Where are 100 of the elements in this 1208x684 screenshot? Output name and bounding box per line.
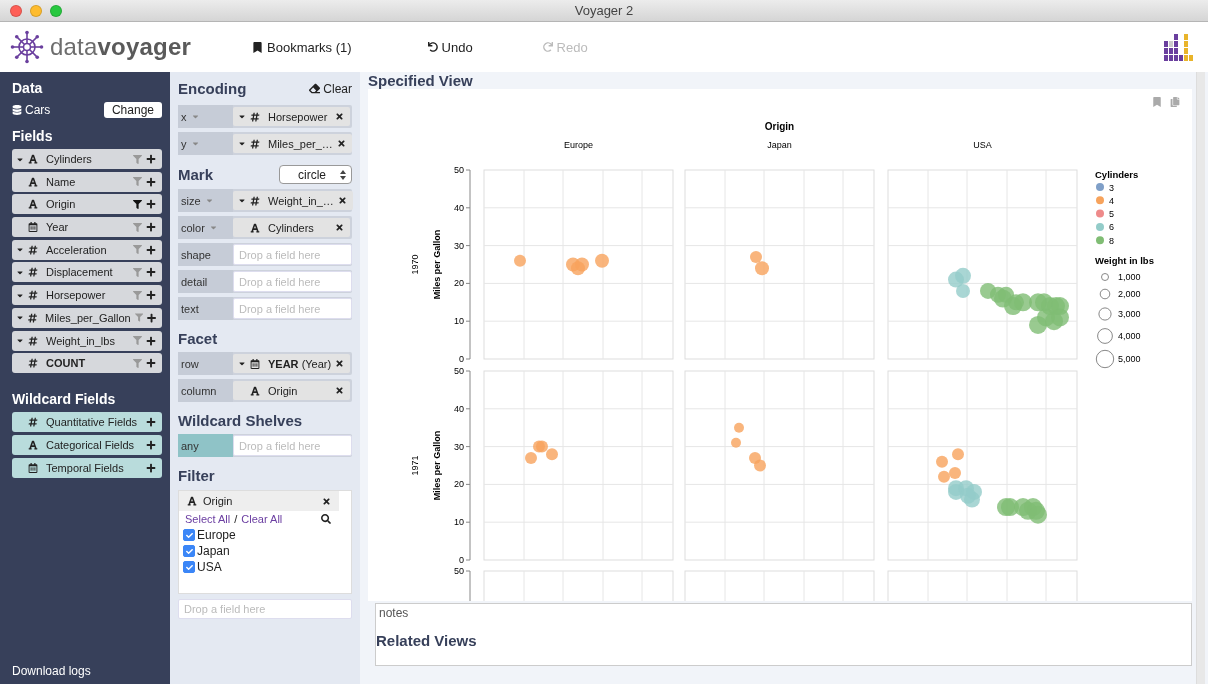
scrollbar[interactable] — [1196, 72, 1205, 684]
download-logs-link[interactable]: Download logs — [12, 664, 162, 678]
field-pill[interactable]: Cylinders — [233, 218, 350, 237]
legend-label: 3,000 — [1118, 309, 1141, 319]
eraser-icon — [309, 83, 321, 94]
section-heading: Fields — [12, 128, 54, 144]
field-pill[interactable]: Displacement — [12, 262, 162, 283]
axis-tick-label: 20 — [454, 278, 464, 289]
remove-icon[interactable] — [322, 496, 331, 506]
clear-all-link[interactable]: Clear All — [241, 513, 283, 525]
axis-tick-label: 0 — [459, 555, 464, 565]
undo-icon — [427, 42, 438, 52]
field-pill[interactable]: Horsepower — [233, 107, 350, 126]
hash-icon — [28, 335, 38, 346]
caret-icon[interactable] — [238, 112, 246, 121]
section-heading: Encoding — [178, 80, 247, 97]
add-icon[interactable] — [146, 222, 156, 233]
add-icon[interactable] — [146, 267, 156, 278]
hash-icon — [28, 417, 38, 428]
wildcard-field-pill[interactable]: Temporal Fields — [12, 457, 162, 478]
wildcard-field-pill[interactable]: Categorical Fields — [12, 434, 162, 455]
bookmarks-button[interactable]: Bookmarks (1) — [248, 37, 356, 57]
field-pill[interactable]: Cylinders — [12, 149, 162, 169]
wildcard-field-pill[interactable]: Quantitative Fields — [12, 412, 162, 433]
legend-label: 5,000 — [1118, 354, 1141, 364]
remove-icon[interactable] — [336, 139, 346, 148]
close-button[interactable] — [10, 4, 22, 17]
caret-icon[interactable] — [238, 196, 246, 205]
add-icon[interactable] — [146, 244, 156, 255]
field-pill[interactable]: Origin — [233, 381, 350, 400]
add-icon[interactable] — [146, 199, 156, 210]
axis-tick-label: 40 — [454, 403, 464, 414]
drop-field[interactable]: Drop a field here — [233, 244, 352, 265]
add-icon[interactable] — [146, 335, 156, 346]
field-pill[interactable]: Origin — [12, 194, 162, 215]
legend-label: 6 — [1109, 222, 1114, 233]
search-icon[interactable] — [321, 514, 331, 524]
axis-tick-label: 40 — [454, 202, 464, 213]
drop-field[interactable]: Drop a field here — [233, 435, 352, 456]
add-icon[interactable] — [146, 462, 156, 473]
undo-button[interactable]: Undo — [423, 37, 477, 57]
channel-label: y — [181, 137, 187, 150]
legend-label: 1,000 — [1118, 272, 1141, 282]
facet-row-label: 1971 — [410, 455, 420, 476]
add-icon[interactable] — [146, 358, 156, 369]
caret-icon[interactable] — [238, 359, 246, 368]
field-pill[interactable]: Acceleration — [12, 239, 162, 260]
filter-icon[interactable] — [133, 199, 142, 209]
field-pill[interactable]: Horsepower — [12, 285, 162, 306]
legend-label: 5 — [1109, 209, 1114, 220]
remove-icon[interactable] — [335, 359, 345, 368]
clear-button[interactable]: Clear — [309, 81, 352, 96]
drop-field[interactable]: Drop a field here — [233, 298, 352, 319]
add-icon[interactable] — [146, 290, 156, 301]
remove-icon[interactable] — [335, 223, 344, 232]
legend-label: 8 — [1109, 235, 1114, 246]
remove-icon[interactable] — [335, 386, 344, 395]
add-icon[interactable] — [146, 417, 156, 428]
text-type-icon — [28, 176, 38, 187]
mark-type-select[interactable]: circle — [279, 165, 352, 184]
legend-label: 2,000 — [1118, 289, 1141, 299]
scatter-dots-drawing — [731, 422, 766, 472]
select-all-link[interactable]: Select All — [185, 513, 231, 525]
section-heading: Wildcard Fields — [12, 391, 117, 408]
hash-icon — [250, 138, 260, 149]
checkbox[interactable] — [183, 561, 195, 573]
text-type-icon — [28, 439, 38, 450]
field-pill[interactable]: Year — [12, 217, 162, 238]
add-icon[interactable] — [146, 439, 156, 450]
size-legend-circle — [1097, 328, 1113, 344]
checkbox[interactable] — [183, 529, 195, 541]
notes-field[interactable]: notes — [375, 603, 1192, 631]
checkbox[interactable] — [183, 545, 195, 557]
add-icon[interactable] — [146, 176, 156, 187]
change-button[interactable]: Change — [103, 102, 162, 118]
caret-icon[interactable] — [16, 336, 24, 345]
field-pill[interactable]: Miles_per_Gallon — [12, 307, 162, 328]
add-icon[interactable] — [146, 312, 156, 323]
remove-icon[interactable] — [337, 196, 347, 205]
field-pill[interactable]: Weight_in_lbs — [12, 330, 162, 351]
drop-field[interactable]: Drop a field here — [178, 599, 352, 619]
channel-label: any — [181, 439, 199, 452]
field-pill[interactable]: Miles_per_… — [233, 134, 352, 153]
bookmark-icon — [252, 41, 263, 53]
field-pill[interactable]: YEAR (Year) — [233, 354, 351, 373]
channel-label: size — [181, 194, 201, 207]
facet-title: Origin — [764, 121, 795, 132]
dataset-name: Cars — [12, 103, 51, 117]
remove-icon[interactable] — [335, 112, 344, 121]
hash-icon — [250, 195, 260, 206]
caret-icon[interactable] — [238, 139, 246, 148]
legend-label: 3 — [1109, 182, 1114, 193]
field-pill[interactable]: Name — [12, 171, 162, 192]
add-icon[interactable] — [146, 154, 156, 164]
field-pill[interactable]: Weight_in_… — [233, 191, 353, 210]
check-icon — [185, 531, 193, 539]
axis-tick-label: 30 — [454, 240, 464, 251]
axis-tick-label: 30 — [454, 441, 464, 452]
field-pill[interactable]: COUNT — [12, 353, 162, 374]
drop-field[interactable]: Drop a field here — [233, 271, 352, 292]
